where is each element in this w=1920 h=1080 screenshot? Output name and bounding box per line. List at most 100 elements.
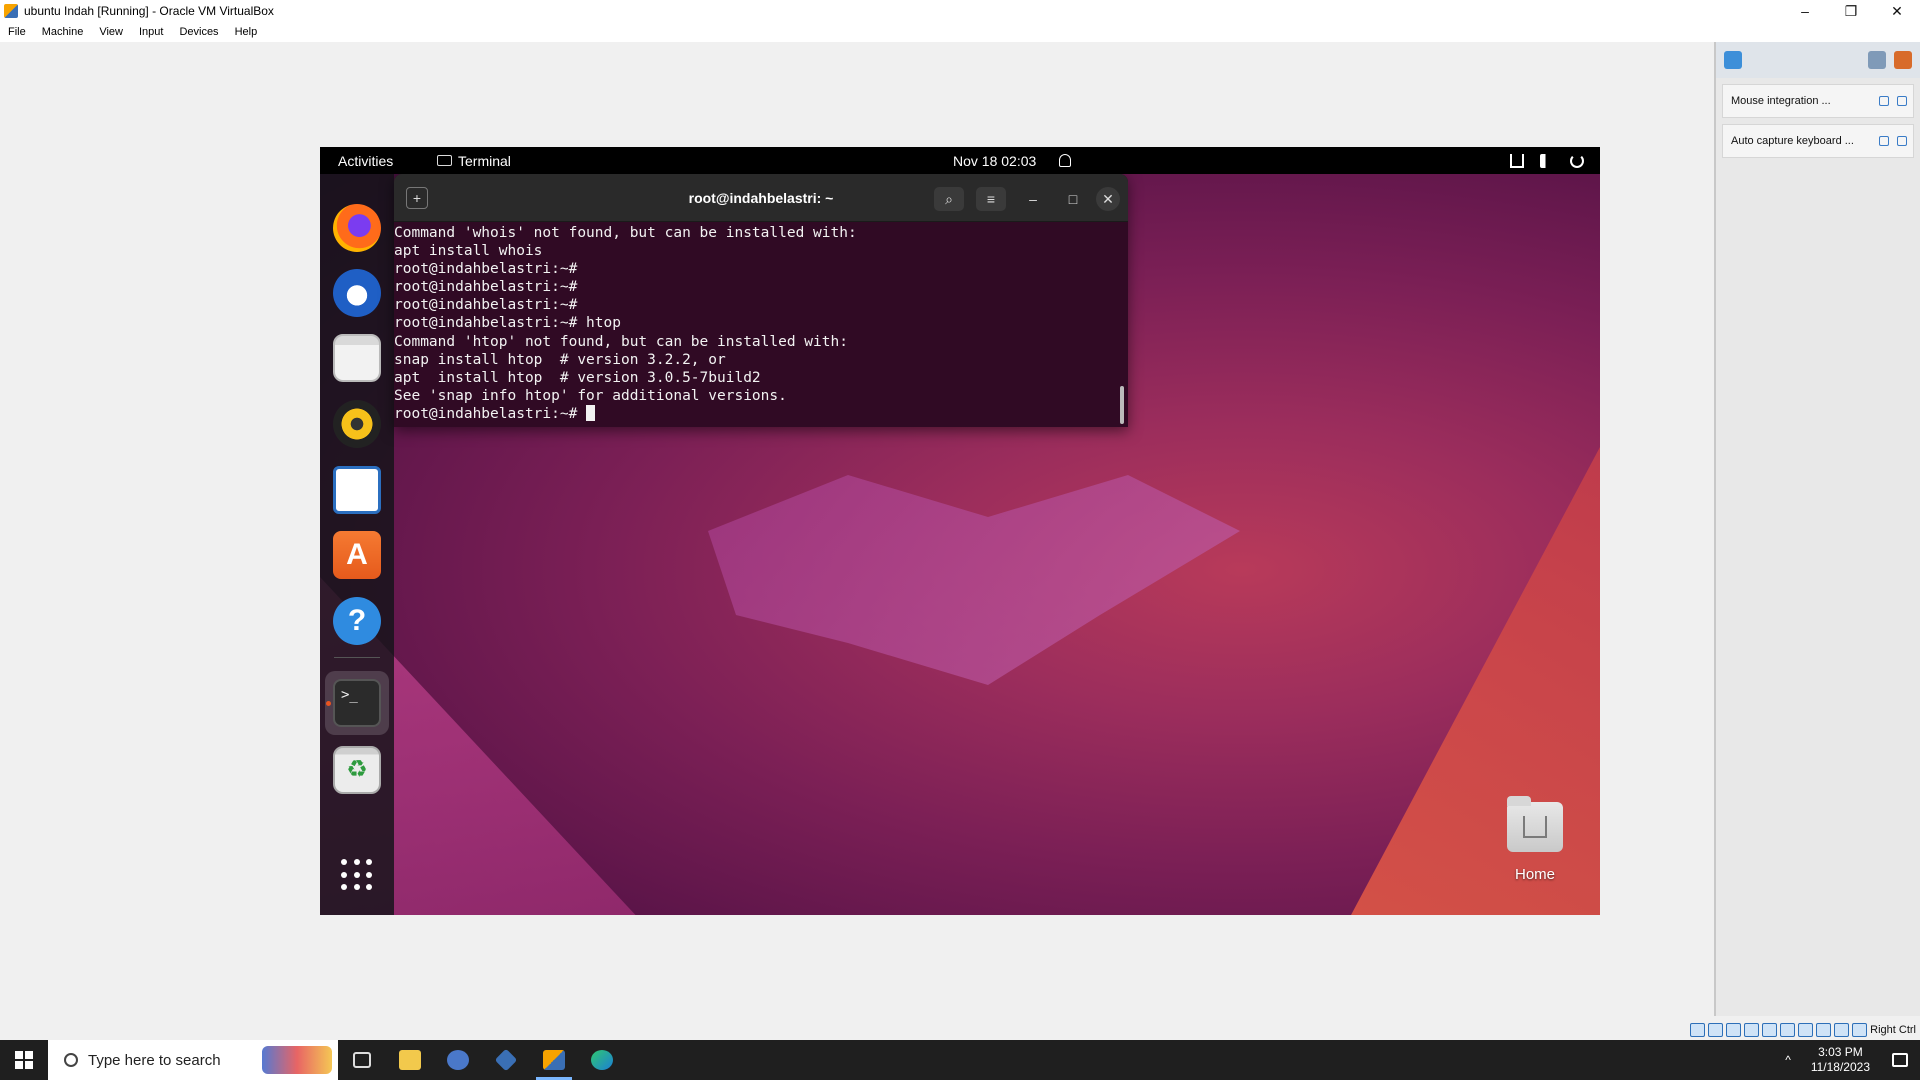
thunderbird-taskbar-icon[interactable] bbox=[434, 1040, 482, 1080]
wallpaper-jellyfish bbox=[708, 475, 1240, 685]
terminal-line: apt install whois bbox=[394, 243, 543, 260]
shared-folders-icon[interactable] bbox=[1780, 1023, 1796, 1037]
notification-label: Auto capture keyboard ... bbox=[1731, 135, 1854, 147]
app-menu[interactable]: Terminal bbox=[437, 153, 511, 169]
windows-taskbar: Type here to search ^ 3:03 PM 11/18/2023 bbox=[0, 1040, 1920, 1080]
terminal-minimize-button[interactable]: – bbox=[1018, 187, 1048, 211]
activities-button[interactable]: Activities bbox=[338, 153, 393, 169]
window-titlebar: ubuntu Indah [Running] - Oracle VM Virtu… bbox=[0, 0, 1920, 22]
running-indicator bbox=[326, 701, 331, 706]
terminal-line: apt install htop # version 3.0.5-7build2 bbox=[394, 369, 761, 386]
virtualbox-manager-icon[interactable] bbox=[482, 1040, 530, 1080]
terminal-line: root@indahbelastri:~# bbox=[394, 261, 578, 278]
rhythmbox-icon[interactable] bbox=[333, 400, 381, 448]
start-button[interactable] bbox=[0, 1040, 48, 1080]
task-view-button[interactable] bbox=[338, 1040, 386, 1080]
hard-disk-icon[interactable] bbox=[1690, 1023, 1706, 1037]
terminal-close-button[interactable]: ✕ bbox=[1096, 187, 1120, 211]
terminal-headerbar[interactable]: + root@indahbelastri: ~ ⌕ ≡ – □ ✕ bbox=[394, 174, 1128, 222]
app-menu-label: Terminal bbox=[458, 152, 511, 169]
taskbar-tray: ^ 3:03 PM 11/18/2023 bbox=[1775, 1040, 1920, 1080]
network-icon[interactable] bbox=[1744, 1023, 1760, 1037]
restore-button[interactable]: ❐ bbox=[1828, 0, 1874, 22]
terminal-scrollbar[interactable] bbox=[1120, 386, 1124, 424]
vm-status-bar: Right Ctrl bbox=[1660, 1020, 1920, 1040]
edge-browser-icon[interactable] bbox=[578, 1040, 626, 1080]
sidebar-header bbox=[1716, 42, 1920, 78]
optical-drive-icon[interactable] bbox=[1708, 1023, 1724, 1037]
usb-icon[interactable] bbox=[1762, 1023, 1778, 1037]
virtualbox-icon bbox=[4, 4, 18, 18]
clear-notifications-icon[interactable] bbox=[1894, 51, 1912, 69]
hamburger-menu-button[interactable]: ≡ bbox=[976, 187, 1006, 211]
taskbar-search-box[interactable]: Type here to search bbox=[48, 1040, 338, 1080]
terminal-maximize-button[interactable]: □ bbox=[1058, 187, 1088, 211]
files-icon[interactable] bbox=[333, 334, 381, 382]
search-icon bbox=[64, 1053, 78, 1067]
guest-screen[interactable]: Activities Terminal Nov 18 02:03 A ? >_ … bbox=[320, 147, 1600, 915]
taskbar-time: 3:03 PM bbox=[1818, 1045, 1863, 1059]
audio-icon[interactable] bbox=[1726, 1023, 1742, 1037]
gnome-top-bar: Activities Terminal Nov 18 02:03 bbox=[320, 147, 1600, 174]
system-tray[interactable] bbox=[1510, 153, 1584, 168]
terminal-line: root@indahbelastri:~# bbox=[394, 279, 578, 296]
minimize-button[interactable]: – bbox=[1782, 0, 1828, 22]
menu-bar: File Machine View Input Devices Help bbox=[0, 22, 1920, 42]
menu-file[interactable]: File bbox=[0, 26, 34, 38]
close-button[interactable]: ✕ bbox=[1874, 0, 1920, 22]
terminal-window[interactable]: + root@indahbelastri: ~ ⌕ ≡ – □ ✕ Comman… bbox=[394, 174, 1128, 427]
cpu-icon[interactable] bbox=[1834, 1023, 1850, 1037]
notification-mouse-integration[interactable]: Mouse integration ... bbox=[1722, 84, 1914, 118]
recording-icon[interactable] bbox=[1816, 1023, 1832, 1037]
show-hidden-icons-button[interactable]: ^ bbox=[1775, 1053, 1801, 1067]
file-explorer-icon[interactable] bbox=[386, 1040, 434, 1080]
terminal-line: root@indahbelastri:~# htop bbox=[394, 315, 621, 332]
notification-auto-capture-keyboard[interactable]: Auto capture keyboard ... bbox=[1722, 124, 1914, 158]
app-center-icon[interactable]: A bbox=[333, 531, 381, 579]
mute-icon[interactable] bbox=[1879, 96, 1889, 106]
search-highlight-image bbox=[262, 1046, 332, 1074]
home-folder-icon[interactable] bbox=[1503, 796, 1567, 858]
search-button[interactable]: ⌕ bbox=[934, 187, 964, 211]
notification-sidebar: Mouse integration ... Auto capture keybo… bbox=[1714, 42, 1920, 1016]
menu-view[interactable]: View bbox=[91, 26, 131, 38]
host-key-label: Right Ctrl bbox=[1870, 1024, 1916, 1036]
home-folder-label[interactable]: Home bbox=[1483, 866, 1587, 883]
libreoffice-writer-icon[interactable] bbox=[333, 466, 381, 514]
action-center-icon[interactable] bbox=[1880, 1040, 1920, 1080]
terminal-dock-icon[interactable]: >_ bbox=[333, 679, 381, 727]
search-placeholder: Type here to search bbox=[88, 1051, 221, 1069]
menu-input[interactable]: Input bbox=[131, 26, 171, 38]
firefox-icon[interactable] bbox=[333, 204, 381, 252]
date-time[interactable]: Nov 18 02:03 bbox=[953, 153, 1036, 169]
taskbar-clock[interactable]: 3:03 PM 11/18/2023 bbox=[1801, 1045, 1880, 1075]
power-icon[interactable] bbox=[1570, 153, 1584, 168]
alarm-icon[interactable] bbox=[1059, 154, 1071, 167]
ubuntu-dock: A ? >_ ♻ bbox=[320, 174, 394, 915]
menu-devices[interactable]: Devices bbox=[171, 26, 226, 38]
volume-icon[interactable] bbox=[1540, 153, 1554, 168]
mouse-integration-icon[interactable] bbox=[1852, 1023, 1868, 1037]
menu-machine[interactable]: Machine bbox=[34, 26, 92, 38]
trash-icon[interactable]: ♻ bbox=[333, 746, 381, 794]
terminal-output[interactable]: Command 'whois' not found, but can be in… bbox=[394, 222, 1128, 423]
terminal-icon bbox=[437, 155, 452, 166]
network-icon[interactable] bbox=[1510, 153, 1524, 168]
notification-center-icon[interactable] bbox=[1724, 51, 1742, 69]
terminal-prompt-line[interactable]: root@indahbelastri:~# bbox=[394, 404, 1128, 423]
terminal-line: See 'snap info htop' for additional vers… bbox=[394, 387, 787, 404]
show-apps-icon[interactable] bbox=[341, 859, 373, 891]
notification-label: Mouse integration ... bbox=[1731, 95, 1831, 107]
toggle-sort-icon[interactable] bbox=[1868, 51, 1886, 69]
mute-icon[interactable] bbox=[1879, 136, 1889, 146]
menu-help[interactable]: Help bbox=[227, 26, 266, 38]
help-icon[interactable]: ? bbox=[333, 597, 381, 645]
close-icon[interactable] bbox=[1897, 136, 1907, 146]
virtualbox-vm-icon[interactable] bbox=[530, 1040, 578, 1080]
terminal-line: snap install htop # version 3.2.2, or bbox=[394, 351, 726, 368]
terminal-prompt: root@indahbelastri:~# bbox=[394, 405, 587, 422]
thunderbird-icon[interactable] bbox=[333, 269, 381, 317]
close-icon[interactable] bbox=[1897, 96, 1907, 106]
terminal-line: root@indahbelastri:~# bbox=[394, 297, 578, 314]
display-icon[interactable] bbox=[1798, 1023, 1814, 1037]
